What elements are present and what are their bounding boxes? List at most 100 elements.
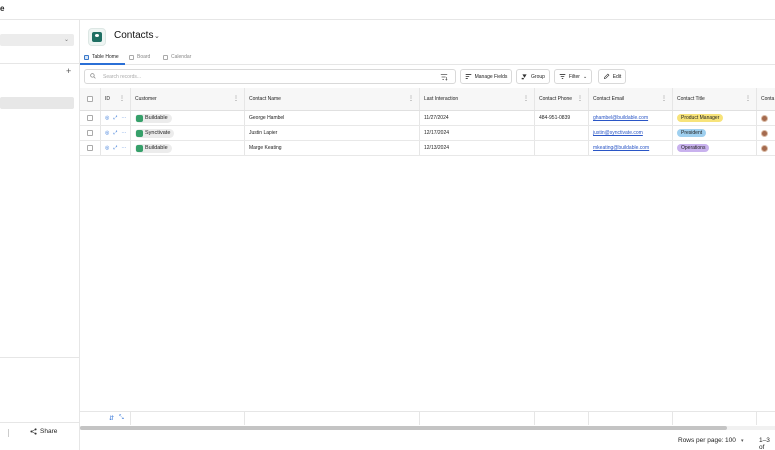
footer-cell [673, 412, 757, 425]
customer-cell[interactable]: Buildable [131, 141, 245, 155]
row-checkbox[interactable] [87, 145, 93, 151]
chevron-down-icon[interactable]: ▾ [741, 438, 744, 444]
scrollbar-thumb[interactable] [80, 426, 727, 430]
customer-logo-icon [136, 129, 143, 137]
sidebar: ⌄ + Share [0, 20, 80, 450]
more-icon[interactable]: ⋯ [121, 145, 126, 151]
filter-button[interactable]: Filter ⌄ [554, 69, 592, 84]
sidebar-divider [0, 63, 80, 64]
avatar [761, 129, 768, 137]
contact-name-cell[interactable]: George Hambel [245, 111, 420, 125]
tab-table-home[interactable]: Table Home [84, 54, 119, 60]
search-input[interactable]: Search records... [103, 74, 141, 80]
customer-chip[interactable]: Buildable [135, 143, 172, 153]
column-header-id[interactable]: ID ⋮ [101, 88, 131, 110]
column-header-contact-owner[interactable]: Conta [757, 88, 775, 110]
contact-phone-cell[interactable] [535, 141, 589, 155]
collapse-all-icon[interactable]: ⤡ [119, 415, 124, 422]
contact-phone-cell[interactable]: 484-951-0839 [535, 111, 589, 125]
chevron-down-icon[interactable]: ⌄ [154, 32, 160, 40]
select-all-checkbox[interactable] [87, 96, 93, 102]
column-menu-icon[interactable]: ⋮ [577, 96, 583, 102]
contact-email-cell[interactable]: ghambel@buildable.com [589, 111, 673, 125]
footer-cell [131, 412, 245, 425]
contact-phone-cell[interactable] [535, 126, 589, 140]
expand-icon[interactable]: ⤢ [113, 145, 117, 151]
share-button[interactable]: Share [30, 428, 57, 435]
active-tab-indicator [80, 63, 125, 65]
contact-email-cell[interactable]: mkeating@buildable.com [589, 141, 673, 155]
column-header-customer[interactable]: Customer ⋮ [131, 88, 245, 110]
contact-owner-cell[interactable] [757, 126, 775, 140]
tab-label: Calendar [171, 54, 192, 60]
email-link[interactable]: ghambel@buildable.com [593, 115, 648, 121]
contact-owner-cell[interactable] [757, 111, 775, 125]
email-link[interactable]: justin@synctivate.com [593, 130, 643, 136]
column-menu-icon[interactable]: ⋮ [745, 96, 751, 102]
column-header-label: Contact Phone [539, 96, 573, 102]
table-row[interactable]: ◎ ⤢ ⋯ Buildable George Hambel 11/27/2024 4… [80, 111, 775, 126]
view-icon[interactable]: ◎ [105, 145, 109, 151]
email-link[interactable]: mkeating@buildable.com [593, 145, 649, 151]
last-interaction-cell[interactable]: 12/17/2024 [420, 126, 535, 140]
customer-chip[interactable]: Synctivate [135, 128, 175, 138]
more-icon[interactable]: ⋯ [121, 115, 126, 121]
row-checkbox[interactable] [87, 130, 93, 136]
column-header-contact-email[interactable]: Contact Email ⋮ [589, 88, 673, 110]
group-label: Group [531, 73, 545, 80]
customer-cell[interactable]: Synctivate [131, 126, 245, 140]
column-header-label: Conta [761, 96, 775, 102]
table-row[interactable]: ◎ ⤢ ⋯ Buildable Marge Keating 12/13/2024 m… [80, 141, 775, 156]
contact-name-cell[interactable]: Justin Lapier [245, 126, 420, 140]
workspace-selector[interactable]: ⌄ [0, 34, 74, 46]
more-icon[interactable]: ⋯ [121, 130, 126, 136]
contact-title-cell[interactable]: Operations [673, 141, 757, 155]
expand-icon[interactable]: ⤢ [113, 130, 117, 136]
contact-email-cell[interactable]: justin@synctivate.com [589, 126, 673, 140]
group-button[interactable]: Group [516, 69, 550, 84]
sidebar-item-contacts[interactable] [0, 97, 74, 109]
share-icon [30, 428, 37, 435]
column-header-contact-title[interactable]: Contact Title ⋮ [673, 88, 757, 110]
row-checkbox[interactable] [87, 115, 93, 121]
expand-all-icon[interactable]: ⇵ [109, 415, 114, 422]
last-interaction-cell[interactable]: 12/13/2024 [420, 141, 535, 155]
add-icon[interactable]: + [66, 67, 71, 76]
board-icon [129, 54, 134, 60]
contact-name-cell[interactable]: Marge Keating [245, 141, 420, 155]
contact-title-cell[interactable]: Product Manager [673, 111, 757, 125]
edit-button[interactable]: Edit [598, 69, 626, 84]
view-icon[interactable]: ◎ [105, 130, 109, 136]
title-tag: Product Manager [677, 114, 724, 122]
tab-board[interactable]: Board [129, 54, 150, 60]
search-bar[interactable]: Search records... [84, 69, 456, 84]
column-menu-icon[interactable]: ⋮ [408, 96, 414, 102]
expand-icon[interactable]: ⤢ [113, 115, 117, 121]
table-row[interactable]: ◎ ⤢ ⋯ Synctivate Justin Lapier 12/17/2024 … [80, 126, 775, 141]
contact-title-cell[interactable]: President [673, 126, 757, 140]
customer-chip[interactable]: Buildable [135, 113, 172, 123]
customer-cell[interactable]: Buildable [131, 111, 245, 125]
filter-label: Filter [568, 73, 580, 80]
contact-owner-cell[interactable] [757, 141, 775, 155]
column-header-last-interaction[interactable]: Last Interaction ⋮ [420, 88, 535, 110]
avatar [761, 144, 768, 152]
view-icon[interactable]: ◎ [105, 115, 109, 121]
manage-fields-button[interactable]: Manage Fields [460, 69, 512, 84]
pencil-icon [603, 73, 610, 80]
column-menu-icon[interactable]: ⋮ [233, 96, 239, 102]
footer-cell [535, 412, 589, 425]
column-menu-icon[interactable]: ⋮ [661, 96, 667, 102]
column-header-contact-phone[interactable]: Contact Phone ⋮ [535, 88, 589, 110]
row-actions-cell: ◎ ⤢ ⋯ [101, 126, 131, 140]
customer-name: Buildable [145, 145, 168, 151]
sort-icon[interactable] [440, 73, 448, 81]
column-header-contact-name[interactable]: Contact Name ⋮ [245, 88, 420, 110]
tab-calendar[interactable]: Calendar [163, 54, 191, 60]
rows-per-page-select[interactable]: 100 [725, 437, 736, 444]
column-menu-icon[interactable]: ⋮ [119, 96, 125, 102]
last-interaction-cell[interactable]: 11/27/2024 [420, 111, 535, 125]
chevron-down-icon: ⌄ [63, 37, 69, 43]
column-menu-icon[interactable]: ⋮ [523, 96, 529, 102]
row-select-cell [80, 141, 101, 155]
